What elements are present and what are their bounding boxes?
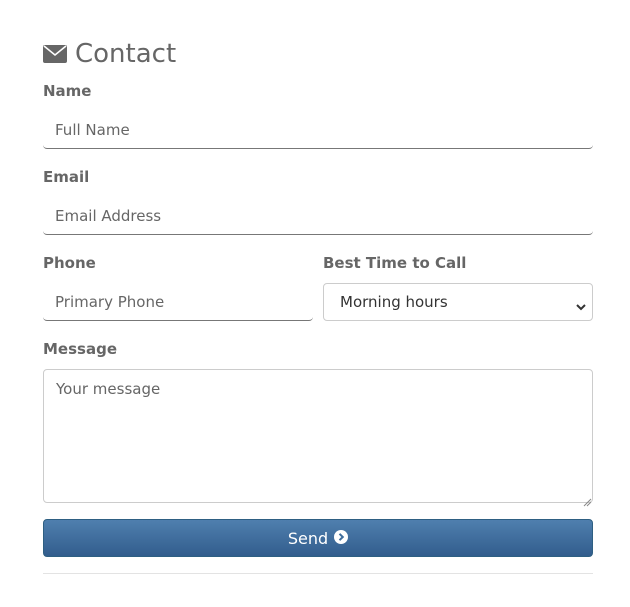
divider <box>43 573 593 574</box>
message-label: Message <box>43 340 117 358</box>
email-label: Email <box>43 168 90 186</box>
circle-chevron-right-icon <box>334 529 349 548</box>
message-textarea[interactable] <box>43 369 593 503</box>
contact-form: Contact Name Email Phone Best Time to Ca… <box>0 0 630 607</box>
best-time-select[interactable]: Morning hours <box>323 283 593 321</box>
envelope-icon <box>43 45 67 63</box>
form-title-text: Contact <box>75 39 177 69</box>
name-label: Name <box>43 82 92 100</box>
send-label: Send <box>287 528 329 548</box>
resize-grip-icon[interactable] <box>582 492 592 511</box>
best-time-value: Morning hours <box>340 293 448 311</box>
phone-label: Phone <box>43 254 96 272</box>
send-button[interactable]: Send <box>43 519 593 557</box>
phone-input[interactable] <box>43 283 313 321</box>
email-input[interactable] <box>43 197 593 235</box>
form-title: Contact <box>43 36 176 72</box>
best-time-label: Best Time to Call <box>323 254 467 272</box>
chevron-down-icon <box>576 297 586 315</box>
name-input[interactable] <box>43 111 593 149</box>
